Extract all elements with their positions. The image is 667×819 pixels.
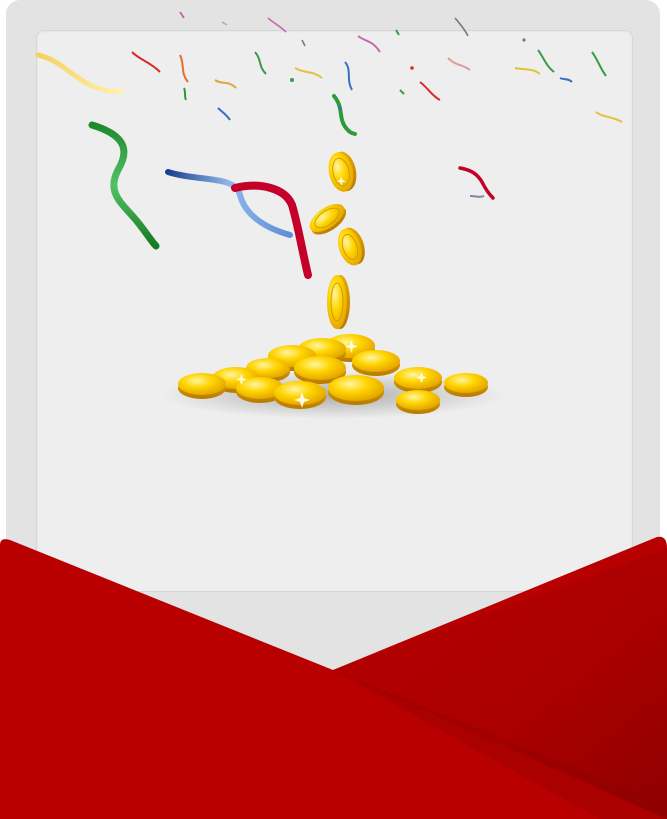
illustration	[0, 11, 667, 819]
gold-coins-pile-icon	[161, 151, 505, 419]
confetti-icon	[35, 11, 623, 279]
red-envelope-icon	[0, 536, 667, 819]
red-envelope-page	[0, 0, 667, 819]
